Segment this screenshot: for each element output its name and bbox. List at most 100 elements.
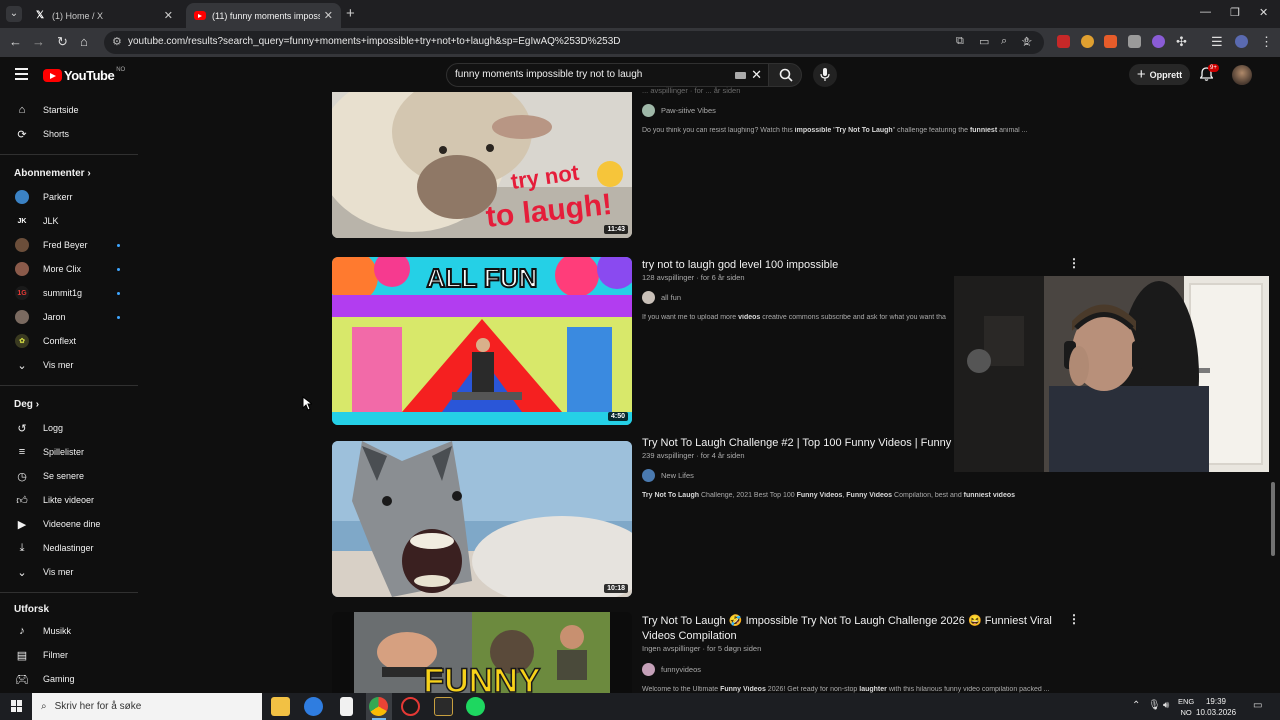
- download-icon: ⤓: [19, 541, 25, 554]
- sidebar-item-playlists[interactable]: ≡ Spillelister: [0, 441, 138, 463]
- notifications-tray-icon[interactable]: ▭: [1253, 700, 1262, 711]
- video-channel[interactable]: New Lifes: [642, 469, 694, 482]
- video-channel[interactable]: Paw-sitive Vibes: [642, 104, 716, 117]
- search-input[interactable]: funny moments impossible try not to laug…: [446, 63, 769, 87]
- tab-search-button[interactable]: ⌄: [6, 6, 22, 22]
- close-window-icon[interactable]: ✕: [1259, 6, 1268, 19]
- spotify-icon[interactable]: [466, 697, 485, 716]
- cast-icon[interactable]: ▭: [979, 35, 989, 48]
- tab-x-home[interactable]: 𝕏 (1) Home / X ✕: [26, 3, 181, 28]
- back-icon[interactable]: ←: [9, 34, 22, 49]
- close-tab-icon[interactable]: ✕: [324, 9, 333, 22]
- notifications-button[interactable]: 9+: [1199, 64, 1219, 86]
- translate-icon[interactable]: ⧉: [956, 35, 964, 48]
- extension-icon[interactable]: [1152, 35, 1165, 48]
- voice-search-button[interactable]: [813, 63, 837, 87]
- sidebar-item-subscription[interactable]: Parkerr: [0, 186, 138, 208]
- video-meta: ... avspillinger · for ... år siden: [642, 86, 741, 95]
- page-scrollbar[interactable]: [1271, 482, 1275, 556]
- reload-icon[interactable]: ↻: [57, 34, 68, 50]
- new-tab-icon[interactable]: +: [346, 5, 355, 22]
- obs-icon[interactable]: [401, 697, 420, 716]
- chrome-menu-icon[interactable]: ⋮: [1260, 34, 1273, 50]
- more-actions-icon[interactable]: ⋮: [1068, 612, 1080, 626]
- sidebar-show-more[interactable]: ⌄ Vis mer: [0, 561, 138, 583]
- forward-icon[interactable]: →: [32, 34, 45, 49]
- sidebar-item-music[interactable]: ♪ Musikk: [0, 620, 138, 642]
- search-button[interactable]: [768, 63, 802, 87]
- taskbar-search-input[interactable]: ⌕ Skriv her for å søke: [32, 693, 262, 720]
- taskbar-clock[interactable]: 19:39 10.03.2026: [1196, 696, 1236, 718]
- clear-search-icon[interactable]: ✕: [751, 67, 762, 83]
- video-title[interactable]: try not to laugh god level 100 impossibl…: [642, 259, 942, 271]
- close-tab-icon[interactable]: ✕: [164, 9, 173, 22]
- sidebar-item-liked[interactable]: 👍︎ Likte videoer: [0, 489, 138, 511]
- description-text: Compilation, best and: [892, 492, 964, 499]
- sidebar-item-label: Shorts: [43, 129, 70, 139]
- more-actions-icon[interactable]: ⋮: [1068, 256, 1080, 270]
- sidebar-item-shorts[interactable]: ⟳ Shorts: [0, 123, 138, 145]
- keyboard-icon[interactable]: [735, 72, 746, 79]
- subscriptions-heading[interactable]: Abonnementer ›: [14, 168, 91, 179]
- site-info-icon[interactable]: ⚙: [112, 35, 122, 48]
- video-title[interactable]: Try Not To Laugh Challenge #2 | Top 100 …: [642, 437, 954, 449]
- video-thumbnail[interactable]: 10:18: [332, 441, 632, 597]
- address-bar[interactable]: ⚙ youtube.com/results?search_query=funny…: [104, 31, 1044, 54]
- sidebar-item-subscription[interactable]: JK JLK: [0, 210, 138, 232]
- sidebar-item-films[interactable]: ▤ Filmer: [0, 644, 138, 666]
- reading-list-icon[interactable]: ☰: [1211, 34, 1223, 50]
- video-channel[interactable]: funnyvideos: [642, 663, 701, 676]
- windows-start-icon[interactable]: [11, 700, 23, 712]
- bookmark-star-icon[interactable]: ☆: [1021, 34, 1033, 50]
- tab-youtube[interactable]: (11) funny moments impossible ✕: [186, 3, 341, 28]
- tray-chevron-icon[interactable]: ⌃: [1132, 700, 1140, 711]
- extension-icon[interactable]: [1128, 35, 1141, 48]
- you-heading[interactable]: Deg ›: [14, 399, 39, 410]
- extension-adblock-icon[interactable]: [1057, 35, 1070, 48]
- sidebar-item-subscription[interactable]: ✿ Conflext: [0, 330, 138, 352]
- video-channel[interactable]: all fun: [642, 291, 681, 304]
- sidebar-item-subscription[interactable]: Jaron: [0, 306, 138, 328]
- home-browser-icon[interactable]: ⌂: [80, 34, 88, 49]
- sidebar-item-history[interactable]: ↺ Logg: [0, 417, 138, 439]
- zoom-icon[interactable]: ⌕: [1001, 35, 1007, 48]
- volume-icon[interactable]: 🔊︎: [1163, 700, 1169, 711]
- youtube-favicon-icon: [194, 11, 206, 20]
- sidebar-item-your-videos[interactable]: ▶ Videoene dine: [0, 513, 138, 535]
- video-thumbnail[interactable]: ALL FUN 4:50: [332, 257, 632, 425]
- language-indicator[interactable]: ENG NO: [1178, 696, 1194, 718]
- extension-icon[interactable]: [1081, 35, 1094, 48]
- profile-icon[interactable]: [1235, 35, 1248, 48]
- minimize-icon[interactable]: —: [1200, 6, 1211, 18]
- sidebar-show-more[interactable]: ⌄ Vis mer: [0, 354, 138, 376]
- sidebar-item-subscription[interactable]: Fred Beyer: [0, 234, 138, 256]
- video-title-line2[interactable]: Videos Compilation: [642, 630, 1067, 642]
- sidebar-item-gaming[interactable]: 🎮︎ Gaming: [0, 668, 138, 690]
- sidebar-item-home[interactable]: ⌂ Startside: [0, 99, 138, 121]
- account-avatar[interactable]: [1232, 65, 1252, 85]
- new-content-dot: [117, 291, 120, 295]
- video-thumbnail[interactable]: try not to laugh! 11:43: [332, 92, 632, 238]
- create-button[interactable]: + Opprett: [1129, 64, 1190, 85]
- sidebar-item-subscription[interactable]: More Clix: [0, 258, 138, 280]
- video-thumbnail[interactable]: FUNNY: [332, 612, 632, 693]
- restore-icon[interactable]: ❐: [1230, 6, 1240, 19]
- extensions-puzzle-icon[interactable]: ✣: [1176, 34, 1187, 50]
- microphone-tray-icon[interactable]: 🎙︎: [1148, 700, 1161, 711]
- create-label: Opprett: [1149, 69, 1183, 80]
- thumbnail-image: try not to laugh!: [332, 92, 632, 238]
- sidebar-item-downloads[interactable]: ⤓ Nedlastinger: [0, 537, 138, 559]
- guide-menu-icon[interactable]: [15, 68, 28, 83]
- sidebar-item-watch-later[interactable]: ◷ Se senere: [0, 465, 138, 487]
- mail-icon[interactable]: [304, 697, 323, 716]
- sidebar-item-subscription[interactable]: 1G summit1g: [0, 282, 138, 304]
- sidebar-item-label: Fred Beyer: [43, 240, 88, 250]
- video-title[interactable]: Try Not To Laugh 🤣 Impossible Try Not To…: [642, 614, 1067, 627]
- notepad-icon[interactable]: [340, 697, 353, 716]
- youtube-logo[interactable]: YouTube NO: [43, 67, 125, 83]
- search-placeholder: Skriv her for å søke: [54, 701, 142, 712]
- chrome-icon[interactable]: [369, 697, 388, 716]
- extension-icon[interactable]: [1104, 35, 1117, 48]
- league-icon[interactable]: [434, 697, 453, 716]
- file-explorer-icon[interactable]: [271, 697, 290, 716]
